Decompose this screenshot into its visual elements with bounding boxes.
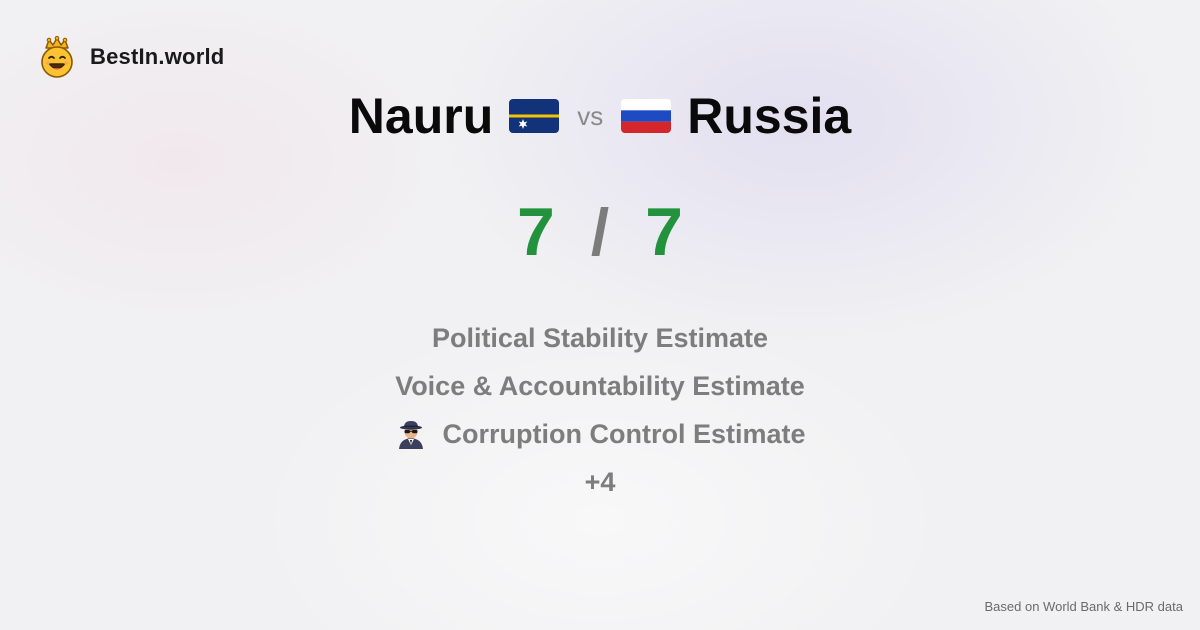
right-score: 7 — [645, 194, 683, 270]
data-source-note: Based on World Bank & HDR data — [984, 599, 1183, 614]
metric-label: +4 — [584, 467, 616, 497]
russia-flag-icon — [621, 99, 672, 133]
score-separator: / — [590, 195, 610, 269]
brand-name: BestIn.world — [90, 44, 225, 69]
metric-label: Political Stability Estimate — [431, 323, 769, 353]
metric-label: Corruption Control Estimate — [442, 419, 806, 449]
metric-item: Corruption Control Estimate — [395, 410, 806, 458]
more-metrics-count: +4 — [585, 458, 616, 506]
metric-label: Voice & Accountability Estimate — [395, 371, 805, 401]
detective-icon — [398, 421, 423, 449]
crown-smiley-icon — [41, 36, 73, 78]
vs-label: vs — [577, 100, 604, 131]
left-score: 7 — [517, 194, 555, 270]
comparison-title: Nauru vs Russia — [0, 86, 1200, 146]
metric-item: Political Stability Estimate — [432, 314, 768, 362]
brand-logo[interactable]: BestIn.world — [38, 36, 224, 78]
score-display: 7 / 7 — [0, 192, 1200, 272]
left-country-name: Nauru — [348, 88, 494, 144]
right-country-name: Russia — [687, 88, 852, 144]
nauru-flag-icon — [509, 99, 560, 133]
metrics-list: Political Stability Estimate Voice & Acc… — [0, 314, 1200, 506]
metric-item: Voice & Accountability Estimate — [395, 362, 805, 410]
